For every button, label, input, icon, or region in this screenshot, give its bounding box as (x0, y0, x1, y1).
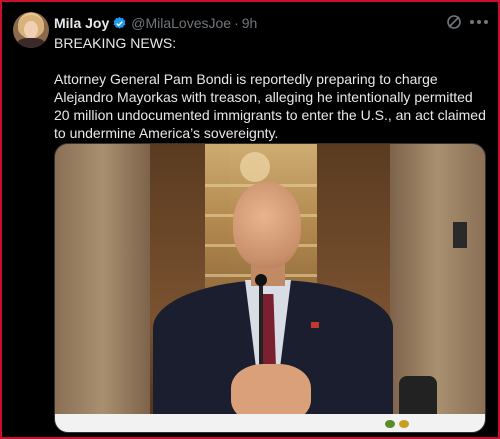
more-icon[interactable] (470, 14, 488, 30)
tweet-header: Mila Joy @MilaLovesJoe · 9h (54, 14, 257, 32)
photo-ceiling-light (240, 152, 270, 182)
author-name[interactable]: Mila Joy (54, 15, 109, 31)
avatar-face (24, 21, 38, 38)
photo-table (55, 414, 485, 432)
avatar-shirt (17, 38, 45, 48)
photo-microphone (255, 274, 267, 286)
tweet-body: Attorney General Pam Bondi is reportedly… (54, 71, 486, 141)
tweet-card[interactable]: Mila Joy @MilaLovesJoe · 9h BREAKING NEW… (0, 0, 500, 439)
photo-person-head (233, 182, 301, 268)
photo-flag-pin (311, 322, 319, 328)
tweet-photo[interactable] (54, 143, 486, 433)
author-handle[interactable]: @MilaLovesJoe (131, 15, 231, 31)
more-dot (477, 20, 481, 24)
verified-badge-icon (112, 16, 127, 31)
grok-icon[interactable] (446, 14, 462, 30)
tweet-headline: BREAKING NEWS: (54, 35, 177, 51)
photo-pillar-left (55, 144, 150, 432)
author-avatar[interactable] (13, 12, 49, 48)
more-dot (484, 20, 488, 24)
photo-indicator-yellow (399, 420, 409, 428)
photo-indicator-green (385, 420, 395, 428)
photo-wall-vent (453, 222, 467, 248)
tweet-time[interactable]: 9h (242, 15, 258, 31)
separator-dot: · (234, 15, 239, 31)
more-dot (470, 20, 474, 24)
